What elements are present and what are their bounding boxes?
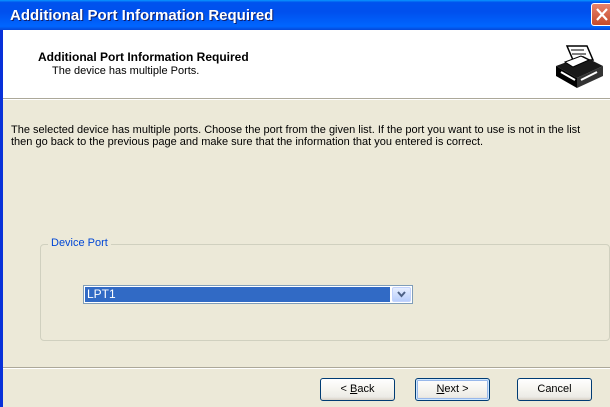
next-button-label: ext xyxy=(444,383,460,395)
device-port-selected-value: LPT1 xyxy=(85,287,390,302)
window-title: Additional Port Information Required xyxy=(10,7,274,24)
close-icon xyxy=(596,8,608,21)
back-button-prefix: < xyxy=(340,383,350,395)
printer-icon xyxy=(553,42,605,90)
dropdown-button[interactable] xyxy=(392,287,411,302)
back-button[interactable]: < Back xyxy=(320,378,395,401)
cancel-button-label: Cancel xyxy=(537,383,572,395)
next-button[interactable]: Next > xyxy=(415,378,490,401)
cancel-button[interactable]: Cancel xyxy=(517,378,592,401)
title-bar[interactable]: Additional Port Information Required xyxy=(0,0,610,30)
description-text: The selected device has multiple ports. … xyxy=(11,124,581,148)
device-port-combobox[interactable]: LPT1 xyxy=(83,285,413,304)
wizard-window: Additional Port Information Required Add… xyxy=(0,0,610,407)
footer-separator xyxy=(3,367,610,369)
close-button[interactable] xyxy=(591,3,610,26)
device-port-legend: Device Port xyxy=(48,237,111,249)
header-separator xyxy=(3,98,610,100)
wizard-header: Additional Port Information Required The… xyxy=(3,30,610,98)
chevron-down-icon xyxy=(397,291,406,298)
next-button-suffix: > xyxy=(459,383,469,395)
header-title: Additional Port Information Required xyxy=(38,50,249,64)
back-button-label: ack xyxy=(357,383,375,395)
header-subtitle: The device has multiple Ports. xyxy=(52,65,200,77)
